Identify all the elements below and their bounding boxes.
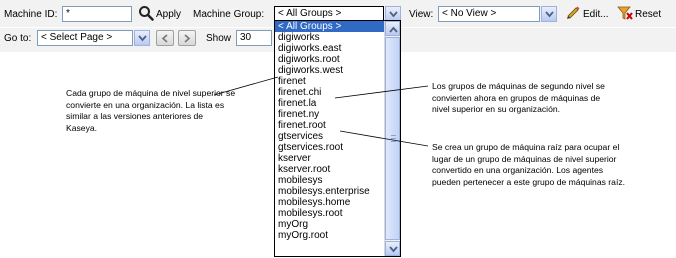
edit-button[interactable]: Edit... (583, 9, 609, 20)
goto-page-dropdown-button[interactable] (134, 30, 150, 46)
show-count-value: 30 (240, 32, 252, 43)
dropdown-option[interactable]: kserver.root (275, 164, 400, 175)
dropdown-option[interactable]: digiworks.west (275, 65, 400, 76)
dropdown-option[interactable]: mobilesys.root (275, 208, 400, 219)
dropdown-option[interactable]: kserver (275, 153, 400, 164)
view-dropdown-button[interactable] (541, 6, 557, 22)
scroll-thumb[interactable] (385, 37, 400, 240)
previous-page-button[interactable] (156, 30, 174, 46)
machine-id-input[interactable]: * (62, 6, 132, 22)
view-select[interactable]: < No View > (438, 6, 540, 22)
dropdown-option[interactable]: firenet.ny (275, 109, 400, 120)
view-label: View: (409, 9, 434, 20)
search-icon[interactable] (138, 5, 154, 21)
machine-group-options: < All Groups > digiworks digiworks.east dig… (275, 21, 400, 241)
chevron-down-icon (389, 11, 398, 18)
dropdown-option[interactable]: gtservices (275, 131, 400, 142)
dropdown-option[interactable]: mobilesys.home (275, 197, 400, 208)
annotation-left: Cada grupo de máquina de nivel superior … (66, 88, 236, 133)
scroll-down-button[interactable] (385, 241, 400, 256)
scroll-up-button[interactable] (385, 21, 400, 36)
apply-button[interactable]: Apply (156, 9, 181, 20)
chevron-left-icon (161, 34, 168, 43)
chevron-right-icon (184, 34, 191, 43)
dropdown-option[interactable]: firenet (275, 76, 400, 87)
dropdown-option[interactable]: myOrg (275, 219, 400, 230)
annotation-right-bottom: Se crea un grupo de máquina raíz para oc… (432, 142, 626, 187)
machine-group-value: < All Groups > (278, 8, 342, 19)
dropdown-option[interactable]: digiworks.east (275, 43, 400, 54)
machine-group-dropdown-list[interactable]: < All Groups > digiworks digiworks.east dig… (274, 20, 401, 257)
show-label: Show (206, 33, 232, 44)
dropdown-option[interactable]: gtservices.root (275, 142, 400, 153)
dropdown-option[interactable]: firenet.chi (275, 87, 400, 98)
goto-page-value: < Select Page > (41, 32, 113, 43)
dropdown-option[interactable]: firenet.la (275, 98, 400, 109)
reset-button[interactable]: Reset (635, 9, 661, 20)
chevron-down-icon (389, 246, 398, 253)
filter-reset-icon[interactable] (617, 5, 633, 21)
dropdown-scrollbar[interactable] (384, 21, 400, 256)
dropdown-option[interactable]: myOrg.root (275, 230, 400, 241)
dropdown-option[interactable]: mobilesys (275, 175, 400, 186)
dropdown-option[interactable]: < All Groups > (275, 21, 400, 32)
goto-label: Go to: (4, 33, 32, 44)
machine-group-label: Machine Group: (193, 9, 265, 20)
dropdown-option[interactable]: digiworks.root (275, 54, 400, 65)
annotation-right-top: Los grupos de máquinas de segundo nivel … (432, 81, 605, 115)
pencil-icon[interactable] (565, 5, 581, 21)
chevron-down-icon (138, 35, 147, 42)
goto-page-select[interactable]: < Select Page > (37, 30, 133, 46)
next-page-button[interactable] (178, 30, 196, 46)
chevron-down-icon (545, 11, 554, 18)
machine-id-label: Machine ID: (4, 9, 58, 20)
dropdown-option[interactable]: firenet.root (275, 120, 400, 131)
view-value: < No View > (442, 8, 497, 19)
dropdown-option[interactable]: mobilesys.enterprise (275, 186, 400, 197)
show-count-select[interactable]: 30 (236, 30, 272, 46)
dropdown-option[interactable]: digiworks (275, 32, 400, 43)
chevron-up-icon (389, 26, 398, 33)
